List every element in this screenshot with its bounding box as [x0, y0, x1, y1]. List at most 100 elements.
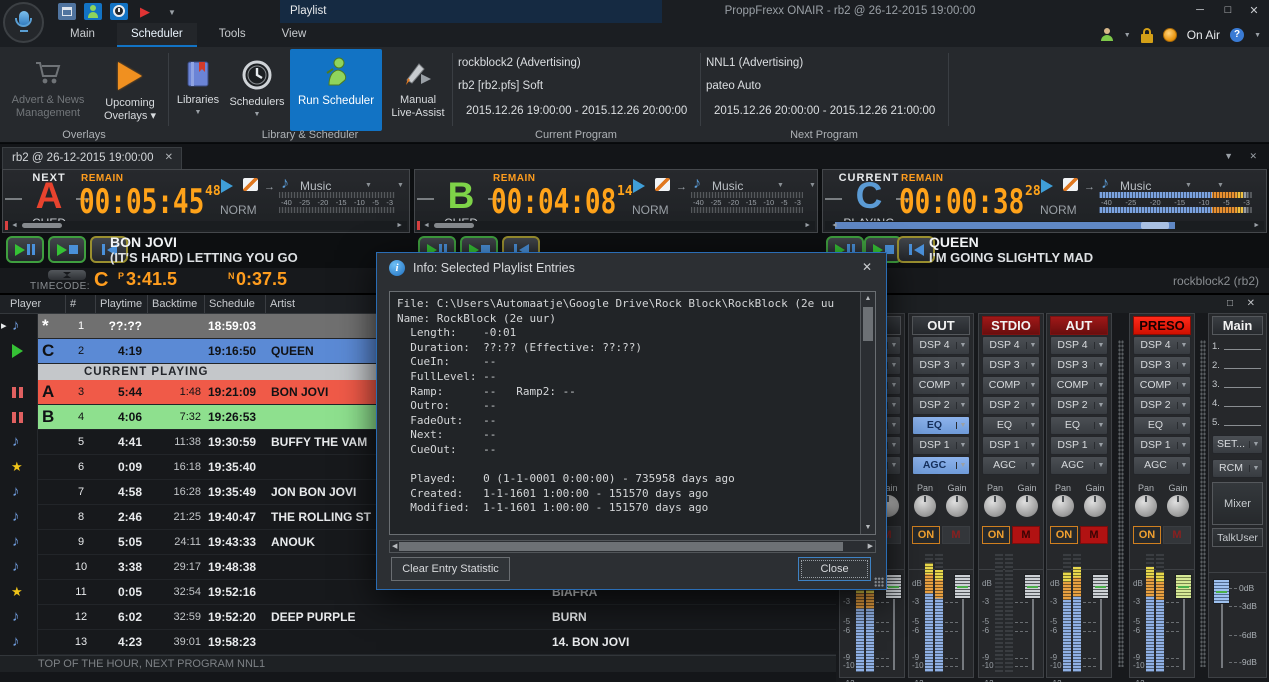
scroll-right-arrow[interactable]: ►	[396, 221, 403, 230]
scroll-thumb[interactable]	[22, 223, 62, 228]
app-window-icon[interactable]	[58, 3, 76, 20]
dsp-button-dsp-4[interactable]: DSP 4▼	[1050, 336, 1108, 355]
dropdown-icon[interactable]: ▼	[1177, 442, 1190, 449]
dialog-close-icon[interactable]: ✕	[862, 260, 872, 274]
dropdown-icon[interactable]: ▼	[887, 462, 900, 469]
edit-icon[interactable]	[243, 178, 258, 191]
dropdown-icon[interactable]: ▼	[887, 342, 900, 349]
edit-icon[interactable]	[1063, 178, 1078, 191]
dsp-button-dsp-4[interactable]: DSP 4▼	[982, 336, 1040, 355]
timecode-button[interactable]	[48, 270, 86, 280]
run-scheduler-button[interactable]: Run Scheduler	[290, 49, 382, 131]
main-header[interactable]: Main	[1212, 316, 1263, 335]
dropdown-icon[interactable]: ▼	[1177, 342, 1190, 349]
dropdown-icon[interactable]: ▼	[956, 402, 969, 409]
clock-icon[interactable]	[110, 3, 128, 20]
play-icon[interactable]	[221, 179, 233, 193]
dropdown-icon[interactable]: ▼	[1094, 442, 1107, 449]
mixer-maximize-icon[interactable]: □	[1227, 298, 1233, 309]
document-tab-close-icon[interactable]: ✕	[165, 152, 173, 163]
dropdown-icon[interactable]: ▼	[1094, 422, 1107, 429]
maximize-button[interactable]: □	[1217, 4, 1239, 16]
document-tab[interactable]: rb2 @ 26-12-2015 19:00:00 ✕	[2, 147, 182, 170]
dsp-button-eq[interactable]: EQ▼	[912, 416, 970, 435]
dsp-button-comp[interactable]: COMP▼	[1050, 376, 1108, 395]
channel-header[interactable]: STDIO	[982, 316, 1040, 335]
knob-pan[interactable]: Pan	[914, 483, 936, 517]
knob-pan[interactable]: Pan	[1135, 483, 1157, 517]
scroll-right-arrow[interactable]: ►	[804, 221, 811, 230]
knob-pan[interactable]: Pan	[984, 483, 1006, 517]
fader-handle[interactable]	[954, 574, 971, 599]
pan-knob-icon[interactable]	[984, 495, 1006, 517]
dialog-horizontal-scrollbar[interactable]: ◀ ▶	[389, 540, 876, 553]
dropdown-icon[interactable]: ▼	[1177, 362, 1190, 369]
edit-icon[interactable]	[655, 178, 670, 191]
dropdown-icon[interactable]: ▼	[1026, 422, 1039, 429]
upcoming-overlays-button[interactable]: UpcomingOverlays ▾	[94, 50, 166, 123]
header-item[interactable]: #	[66, 295, 96, 313]
lock-icon[interactable]	[1141, 28, 1153, 43]
category-dropdown[interactable]: Music	[712, 179, 743, 193]
dropdown-icon[interactable]: ▼	[887, 422, 900, 429]
dropdown-icon[interactable]: ▼	[1177, 462, 1190, 469]
dsp-button-comp[interactable]: COMP▼	[982, 376, 1040, 395]
play-pause-button[interactable]	[6, 236, 44, 263]
channel-mute-button[interactable]: M	[942, 526, 970, 544]
dropdown-icon[interactable]: ▼	[887, 442, 900, 449]
help-icon[interactable]: ?	[1230, 28, 1244, 42]
header-backtime[interactable]: Backtime	[148, 295, 205, 313]
rcm-button[interactable]: RCM▼	[1212, 459, 1263, 478]
tabbar-dropdown-icon[interactable]: ▼	[1224, 151, 1233, 161]
mixer-close-icon[interactable]: ✕	[1247, 298, 1255, 309]
category-dropdown[interactable]: Music	[300, 179, 331, 193]
talkuser-button[interactable]: TalkUser	[1212, 528, 1263, 547]
knob-pan[interactable]: Pan	[1052, 483, 1074, 517]
scroll-left-arrow[interactable]: ◄	[831, 221, 838, 230]
knob-gain[interactable]: Gain	[1167, 483, 1189, 517]
dsp-button-eq[interactable]: EQ▼	[1133, 416, 1191, 435]
dsp-button-dsp-1[interactable]: DSP 1▼	[912, 436, 970, 455]
header-schedule[interactable]: Schedule	[205, 295, 266, 313]
dsp-button-agc[interactable]: AGC▼	[1133, 456, 1191, 475]
pan-knob-icon[interactable]	[1135, 495, 1157, 517]
dropdown-icon[interactable]: ▼	[1026, 382, 1039, 389]
tab-main[interactable]: Main	[56, 23, 109, 47]
clear-entry-statistic-button[interactable]: Clear Entry Statistic	[391, 557, 510, 581]
channel-mute-button[interactable]: M	[1163, 526, 1191, 544]
deck-progress-scrollbar[interactable]: ◄►	[825, 221, 1264, 230]
deck-progress-scrollbar[interactable]: ◄►	[417, 221, 815, 230]
tab-scheduler[interactable]: Scheduler	[117, 23, 197, 47]
microphone-button[interactable]	[3, 2, 44, 43]
gain-knob-icon[interactable]	[1016, 495, 1038, 517]
knob-gain[interactable]: Gain	[1016, 483, 1038, 517]
category-dropdown-icon[interactable]: ▼	[365, 182, 372, 189]
dropdown-icon[interactable]: ▼	[956, 422, 969, 429]
close-button[interactable]: ✕	[1243, 4, 1265, 17]
set-button[interactable]: SET...▼	[1212, 435, 1263, 454]
main-slot-3[interactable]: 3.	[1209, 373, 1266, 392]
scroll-thumb[interactable]	[1141, 222, 1169, 229]
scroll-right-arrow[interactable]: ►	[1253, 221, 1260, 230]
main-slot-2[interactable]: 2.	[1209, 354, 1266, 373]
dsp-button-dsp-1[interactable]: DSP 1▼	[1133, 436, 1191, 455]
resize-grip[interactable]	[874, 577, 884, 587]
tab-tools[interactable]: Tools	[205, 23, 260, 47]
scroll-up-icon[interactable]: ▲	[861, 295, 875, 302]
onair-flag-icon[interactable]: ▶	[136, 3, 154, 20]
scroll-down-icon[interactable]: ▼	[861, 524, 875, 531]
advert-news-management-button[interactable]: Advert & NewsManagement	[4, 50, 92, 120]
dsp-button-eq[interactable]: EQ▼	[1050, 416, 1108, 435]
dropdown-icon[interactable]: ▼	[1026, 442, 1039, 449]
pan-knob-icon[interactable]	[1052, 495, 1074, 517]
dsp-button-comp[interactable]: COMP▼	[912, 376, 970, 395]
dsp-button-agc[interactable]: AGC▼	[982, 456, 1040, 475]
dropdown-icon[interactable]: ▼	[1026, 362, 1039, 369]
scroll-right-icon[interactable]: ▶	[868, 542, 873, 550]
category-dropdown-icon[interactable]: ▼	[777, 182, 784, 189]
dialog-vertical-scrollbar[interactable]: ▲ ▼	[860, 292, 875, 534]
gain-knob-icon[interactable]	[1084, 495, 1106, 517]
deck-options-dropdown-icon[interactable]: ▼	[809, 182, 816, 189]
main-fader-handle[interactable]	[1213, 579, 1230, 604]
dropdown-icon[interactable]: ▼	[1026, 462, 1039, 469]
